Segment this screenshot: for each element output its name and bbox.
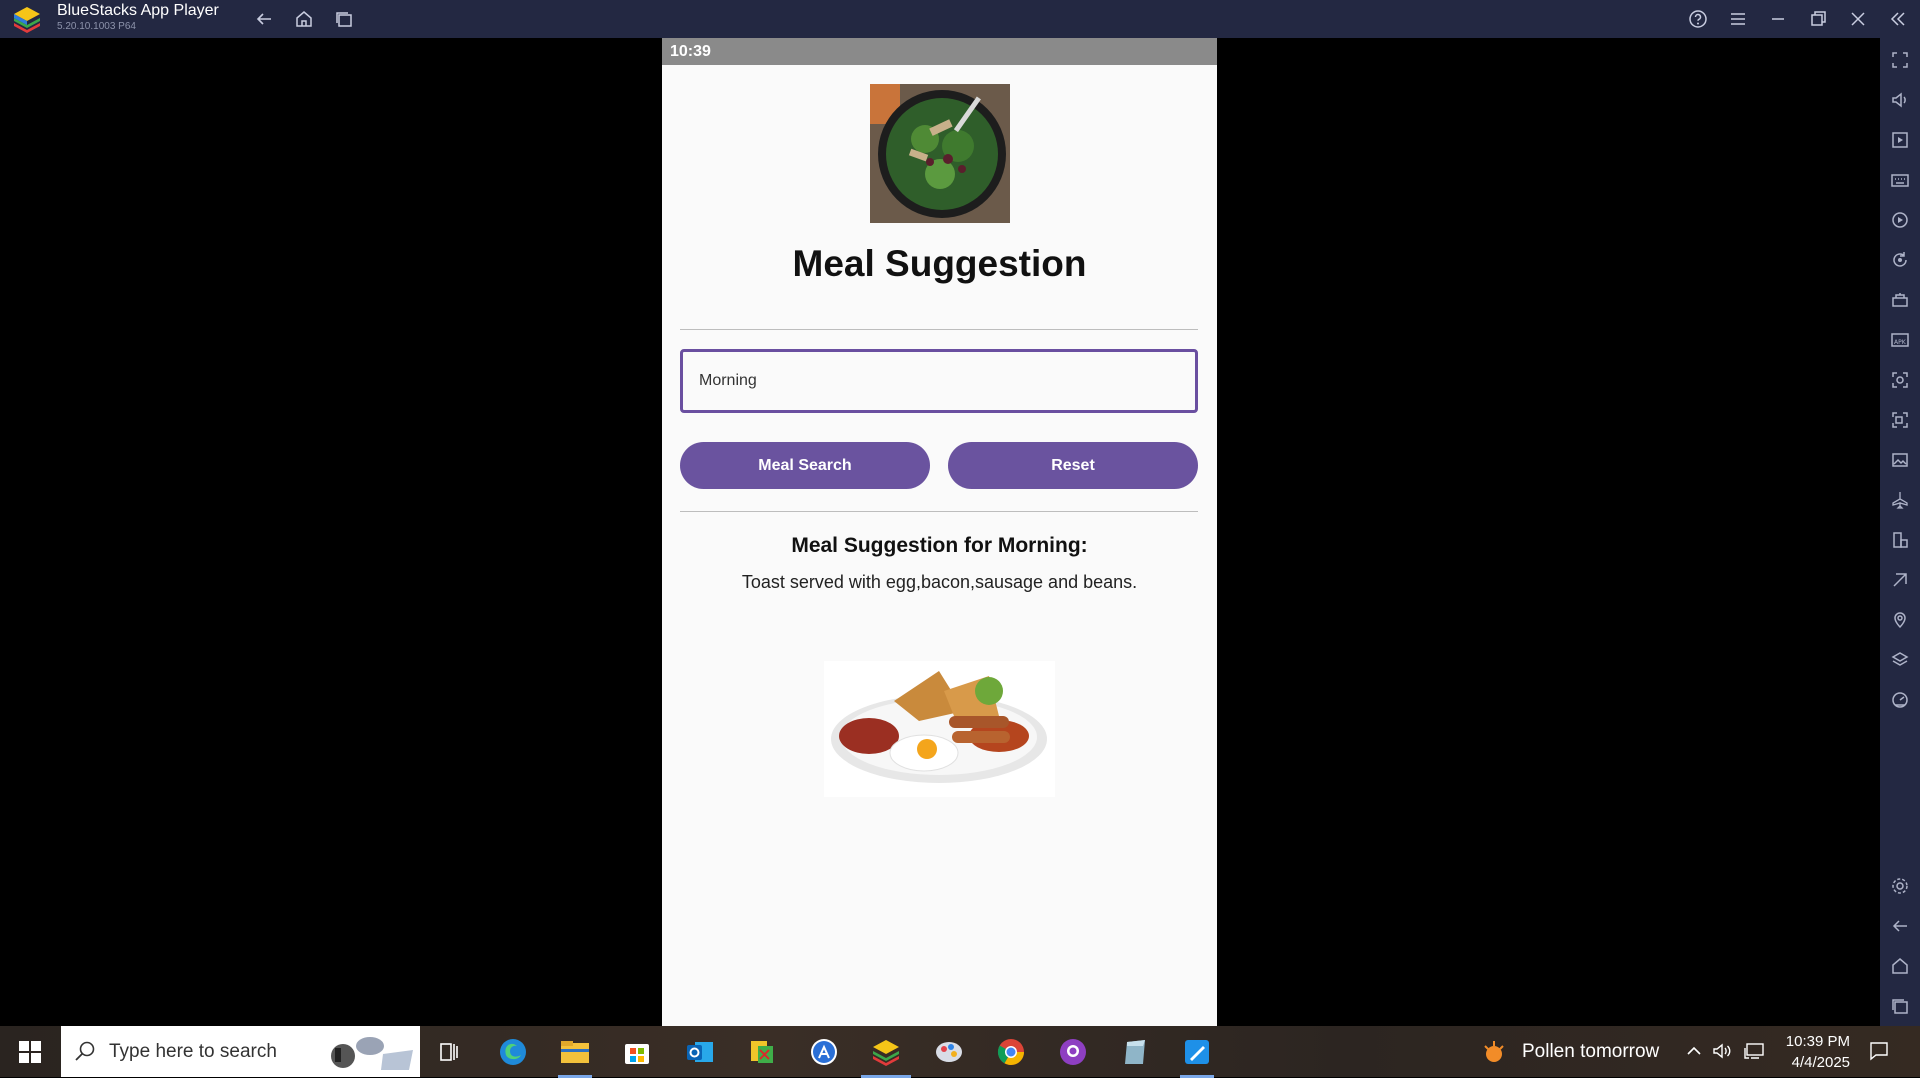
restore-icon[interactable] bbox=[1804, 5, 1832, 33]
menu-icon[interactable] bbox=[1724, 5, 1752, 33]
search-icon bbox=[75, 1041, 95, 1061]
settings-icon[interactable] bbox=[1888, 874, 1912, 898]
bluestacks-taskbar-icon[interactable] bbox=[861, 1033, 911, 1078]
multi-instance-icon[interactable] bbox=[1888, 288, 1912, 312]
file-explorer-icon[interactable] bbox=[556, 1033, 594, 1078]
home-icon[interactable] bbox=[290, 5, 318, 33]
multitask-icon[interactable] bbox=[330, 5, 358, 33]
notification-center-icon[interactable] bbox=[1866, 1038, 1892, 1064]
performance-icon[interactable] bbox=[1888, 688, 1912, 712]
install-apk-icon[interactable]: APK bbox=[1888, 328, 1912, 352]
search-placeholder: Type here to search bbox=[109, 1040, 277, 1062]
chrome-icon[interactable] bbox=[992, 1033, 1030, 1071]
salad-bowl-image bbox=[870, 84, 1010, 223]
right-toolbar: APK bbox=[1880, 38, 1920, 1026]
weather-widget[interactable]: Pollen tomorrow bbox=[1480, 1026, 1659, 1077]
home-icon[interactable] bbox=[1888, 954, 1912, 978]
app-version: 5.20.10.1003 P64 bbox=[57, 21, 136, 32]
eco-mode-icon[interactable] bbox=[1888, 568, 1912, 592]
pollen-icon bbox=[1484, 1040, 1504, 1062]
screen-record-icon[interactable] bbox=[1888, 408, 1912, 432]
help-icon[interactable] bbox=[1684, 5, 1712, 33]
keyboard-controls-icon[interactable] bbox=[1888, 168, 1912, 192]
clock-time: 10:39 PM bbox=[1785, 1033, 1850, 1050]
screenshot-icon[interactable] bbox=[1888, 368, 1912, 392]
result-text: Toast served with egg,bacon,sausage and … bbox=[741, 572, 1138, 592]
android-screen: 10:39 Meal Suggestion Meal Search Reset … bbox=[662, 38, 1217, 1026]
task-view-icon[interactable] bbox=[430, 1033, 468, 1071]
taskbar-clock[interactable]: 10:39 PM 4/4/2025 bbox=[1770, 1031, 1850, 1073]
bluestacks-title-bar: BlueStacks App Player 5.20.10.1003 P64 bbox=[0, 0, 1920, 38]
back-arrow-icon[interactable] bbox=[250, 5, 278, 33]
result-title: Meal Suggestion for Morning: bbox=[791, 534, 1088, 557]
clock-date: 4/4/2025 bbox=[1791, 1054, 1850, 1071]
github-desktop-icon[interactable] bbox=[1054, 1033, 1092, 1071]
close-icon[interactable] bbox=[1844, 5, 1872, 33]
taskbar-search-box[interactable]: Type here to search bbox=[61, 1026, 420, 1077]
media-manager-icon[interactable] bbox=[1888, 128, 1912, 152]
collapse-sidebar-icon[interactable] bbox=[1884, 5, 1912, 33]
top-divider bbox=[680, 329, 1198, 330]
airplane-mode-icon[interactable] bbox=[1888, 488, 1912, 512]
show-hidden-icons-chevron-icon[interactable] bbox=[1682, 1039, 1706, 1063]
app-store-icon[interactable] bbox=[805, 1033, 843, 1071]
reset-button[interactable]: Reset bbox=[948, 442, 1198, 489]
paint-icon[interactable] bbox=[930, 1033, 968, 1071]
time-of-day-input[interactable] bbox=[680, 349, 1198, 413]
photo-editor-icon[interactable] bbox=[1178, 1033, 1216, 1078]
layers-icon[interactable] bbox=[1888, 648, 1912, 672]
resize-icon[interactable] bbox=[1888, 528, 1912, 552]
weather-text: Pollen tomorrow bbox=[1522, 1040, 1660, 1062]
network-icon[interactable] bbox=[1742, 1039, 1766, 1063]
outlook-icon[interactable] bbox=[681, 1033, 719, 1071]
breakfast-plate-image bbox=[824, 661, 1055, 797]
page-title: Meal Suggestion bbox=[792, 243, 1087, 284]
search-highlight-icon bbox=[331, 1037, 413, 1070]
snipping-tool-icon[interactable] bbox=[743, 1033, 781, 1071]
minimize-icon[interactable] bbox=[1764, 5, 1792, 33]
bottom-divider bbox=[680, 511, 1198, 512]
svg-text:APK: APK bbox=[1894, 339, 1907, 346]
fullscreen-icon[interactable] bbox=[1888, 48, 1912, 72]
volume-icon[interactable] bbox=[1888, 88, 1912, 112]
speaker-icon[interactable] bbox=[1710, 1039, 1734, 1063]
notes-app-icon[interactable] bbox=[1116, 1033, 1154, 1071]
rotate-icon[interactable] bbox=[1888, 248, 1912, 272]
edge-browser-icon[interactable] bbox=[494, 1033, 532, 1071]
recent-apps-icon[interactable] bbox=[1888, 994, 1912, 1018]
location-icon[interactable] bbox=[1888, 608, 1912, 632]
app-name: BlueStacks App Player bbox=[57, 2, 219, 19]
windows-taskbar: Type here to search Pollen tomorrow 10:3… bbox=[0, 1026, 1920, 1078]
macro-icon[interactable] bbox=[1888, 208, 1912, 232]
windows-start-icon[interactable] bbox=[8, 1026, 52, 1077]
microsoft-store-icon[interactable] bbox=[618, 1033, 656, 1071]
status-bar-time: 10:39 bbox=[662, 38, 1217, 65]
gallery-icon[interactable] bbox=[1888, 448, 1912, 472]
back-icon[interactable] bbox=[1888, 914, 1912, 938]
meal-search-button[interactable]: Meal Search bbox=[680, 442, 930, 489]
bluestacks-logo bbox=[14, 7, 40, 33]
